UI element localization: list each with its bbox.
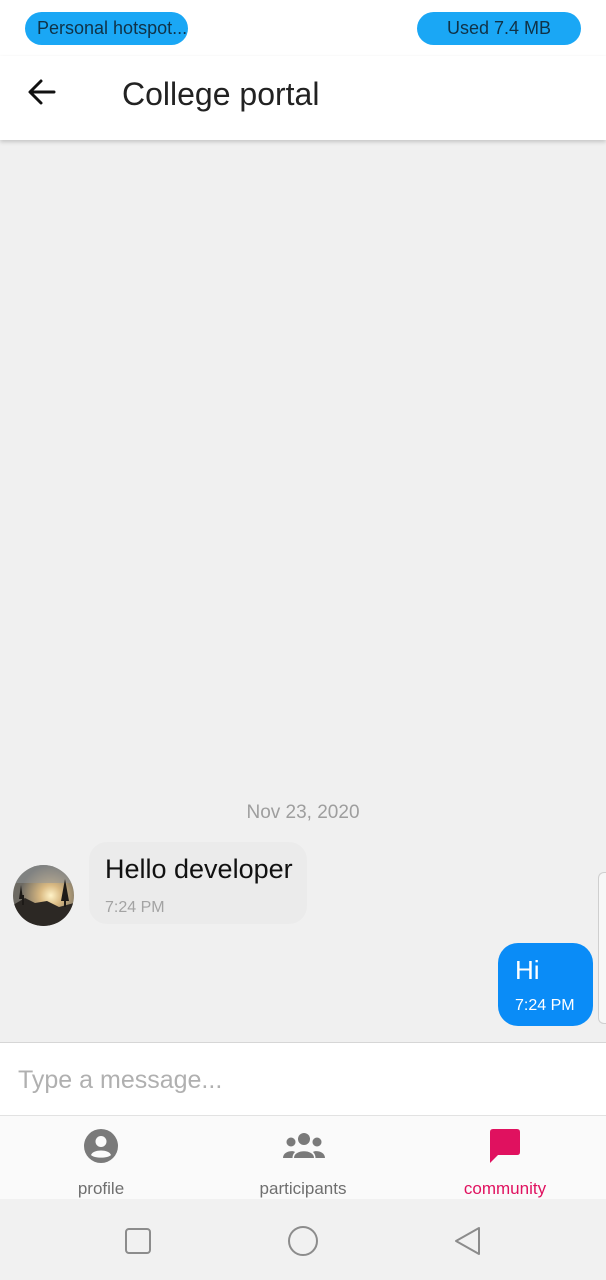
hotspot-indicator[interactable]: Personal hotspot... (25, 12, 188, 45)
system-navigation-bar (0, 1199, 606, 1280)
sender-avatar[interactable] (13, 865, 74, 926)
message-time: 7:24 PM (515, 997, 575, 1014)
page-title: College portal (122, 76, 320, 112)
recents-square-icon (125, 1228, 151, 1254)
chat-area[interactable]: Nov 23, 2020 Hello developer 7:24 PM Hi … (0, 140, 606, 1042)
home-button[interactable] (283, 1221, 323, 1261)
message-time: 7:24 PM (105, 899, 165, 916)
data-usage-indicator: Used 7.4 MB (417, 12, 581, 45)
scroll-handle[interactable] (598, 872, 606, 1024)
back-button[interactable] (24, 74, 68, 112)
arrow-left-icon (28, 79, 56, 105)
date-separator: Nov 23, 2020 (246, 802, 360, 823)
account-circle-icon (84, 1129, 118, 1163)
outgoing-message-bubble[interactable]: Hi 7:24 PM (498, 943, 593, 1026)
message-input[interactable] (16, 1057, 590, 1103)
recents-button[interactable] (118, 1221, 158, 1261)
nav-label: profile (77, 1179, 125, 1198)
nav-item-participants[interactable]: participants (202, 1116, 404, 1199)
user-avatar (13, 865, 74, 926)
home-circle-icon (288, 1226, 318, 1256)
nav-label: community (463, 1179, 547, 1198)
message-text: Hi (515, 955, 540, 985)
back-triangle-icon (455, 1227, 480, 1255)
incoming-message-bubble[interactable]: Hello developer 7:24 PM (89, 842, 307, 924)
bottom-navigation: profile participants community (0, 1116, 606, 1199)
chat-bubble-icon (490, 1129, 520, 1163)
nav-item-community[interactable]: community (404, 1116, 606, 1199)
message-composer (0, 1042, 606, 1116)
nav-item-profile[interactable]: profile (0, 1116, 202, 1199)
nav-label: participants (259, 1179, 347, 1198)
system-back-button[interactable] (448, 1221, 488, 1261)
group-icon (283, 1133, 325, 1158)
message-text: Hello developer (105, 854, 293, 884)
app-bar: College portal (0, 56, 606, 140)
status-bar: Personal hotspot... Used 7.4 MB (0, 0, 606, 56)
